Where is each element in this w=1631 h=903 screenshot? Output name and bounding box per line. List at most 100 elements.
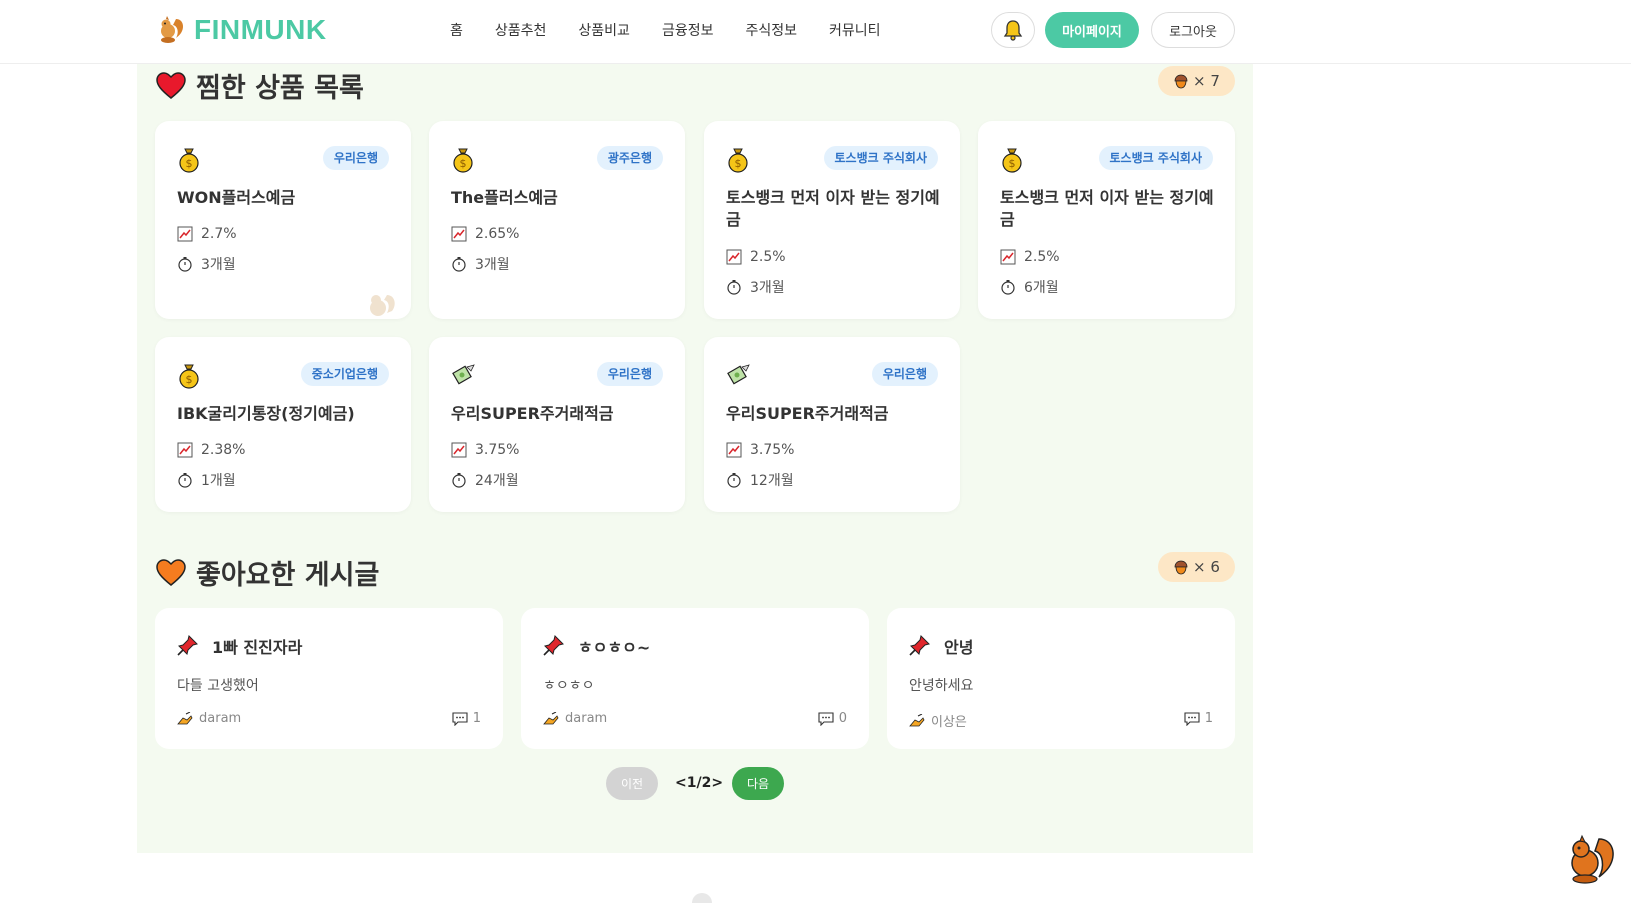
period-row: 6개월 xyxy=(1000,277,1059,297)
prev-page-button[interactable]: 이전 xyxy=(606,767,658,800)
period-value: 3개월 xyxy=(201,257,236,273)
nav-recommend[interactable]: 상품추천 xyxy=(495,20,547,40)
wishlist-count-badge: × 7 xyxy=(1158,66,1235,96)
svg-text:$: $ xyxy=(1009,157,1016,170)
author-name: daram xyxy=(199,711,242,726)
comment-count: 1 xyxy=(1204,711,1213,726)
stopwatch-icon xyxy=(727,473,741,488)
squirrel-mascot-icon[interactable] xyxy=(1565,833,1617,885)
nav-stock-info[interactable]: 주식정보 xyxy=(745,20,797,40)
product-card[interactable]: 우리은행 우리SUPER주거래적금 3.75% 12개월 xyxy=(704,337,960,512)
rate-value: 2.5% xyxy=(1024,249,1060,265)
bank-badge: 토스뱅크 주식회사 xyxy=(823,146,938,170)
post-title: 1빠 진진자라 xyxy=(212,638,303,657)
post-body: ㅎㅇㅎㅇ xyxy=(543,678,595,694)
notification-button[interactable] xyxy=(991,12,1035,48)
comment-count: 1 xyxy=(472,711,481,726)
money-bag-icon: $ xyxy=(728,148,748,173)
chart-increasing-icon xyxy=(726,249,742,265)
pushpin-icon xyxy=(909,635,930,656)
product-name: WON플러스예금 xyxy=(177,188,296,207)
rate-value: 2.38% xyxy=(201,442,246,458)
red-heart-icon xyxy=(156,71,186,99)
post-body: 안녕하세요 xyxy=(909,678,974,694)
bank-badge: 중소기업은행 xyxy=(300,362,389,386)
post-comments: 1 xyxy=(452,711,481,726)
money-bag-icon: $ xyxy=(179,148,199,173)
bank-badge: 광주은행 xyxy=(596,146,663,170)
period-value: 3개월 xyxy=(475,257,510,273)
post-body: 다들 고생했어 xyxy=(177,678,259,694)
rate-row: 2.38% xyxy=(177,442,245,458)
writing-hand-icon xyxy=(177,711,193,724)
period-row: 1개월 xyxy=(177,470,236,490)
footer-partial-icon xyxy=(692,893,712,903)
post-card[interactable]: 1빠 진진자라 다들 고생했어 daram 1 xyxy=(155,608,503,749)
product-name: 토스뱅크 먼저 이자 받는 정기예금 xyxy=(1000,188,1214,229)
chart-increasing-icon xyxy=(1000,249,1016,265)
product-name: IBK굴리기통장(정기예금) xyxy=(177,404,355,423)
chart-increasing-icon xyxy=(451,442,467,458)
stopwatch-icon xyxy=(178,473,192,488)
chart-increasing-icon xyxy=(177,226,193,242)
product-card[interactable]: $ 중소기업은행 IBK굴리기통장(정기예금) 2.38% 1개월 xyxy=(155,337,411,512)
period-row: 12개월 xyxy=(726,470,794,490)
bank-badge: 토스뱅크 주식회사 xyxy=(1098,146,1213,170)
logo[interactable]: FINMUNK xyxy=(156,14,327,46)
logout-button[interactable]: 로그아웃 xyxy=(1151,12,1235,48)
nav-compare[interactable]: 상품비교 xyxy=(578,20,630,40)
product-card[interactable]: $ 토스뱅크 주식회사 토스뱅크 먼저 이자 받는 정기예금 2.5% 6개월 xyxy=(978,121,1235,319)
period-row: 24개월 xyxy=(451,470,519,490)
period-row: 3개월 xyxy=(451,254,510,274)
post-comments: 0 xyxy=(818,711,847,726)
post-comments: 1 xyxy=(1184,711,1213,726)
liked-posts-count: × 6 xyxy=(1193,558,1220,576)
liked-posts-count-badge: × 6 xyxy=(1158,552,1235,582)
page-indicator: <1/2> xyxy=(675,775,724,791)
squirrel-watermark-icon xyxy=(370,295,395,316)
nav-community[interactable]: 커뮤니티 xyxy=(829,20,881,40)
period-row: 3개월 xyxy=(726,277,785,297)
post-card[interactable]: ㅎㅇㅎㅇ~ ㅎㅇㅎㅇ daram 0 xyxy=(521,608,869,749)
nav-finance-info[interactable]: 금융정보 xyxy=(662,20,714,40)
speech-bubble-icon xyxy=(1184,711,1200,726)
money-with-wings-icon xyxy=(452,364,475,385)
product-card[interactable]: 우리은행 우리SUPER주거래적금 3.75% 24개월 xyxy=(429,337,685,512)
post-author: daram xyxy=(543,711,607,726)
period-value: 24개월 xyxy=(475,473,519,489)
comment-count: 0 xyxy=(838,711,847,726)
bank-badge: 우리은행 xyxy=(871,362,938,386)
period-value: 6개월 xyxy=(1024,280,1059,296)
rate-row: 2.5% xyxy=(726,249,786,265)
product-card[interactable]: $ 광주은행 The플러스예금 2.65% 3개월 xyxy=(429,121,685,319)
chart-increasing-icon xyxy=(726,442,742,458)
post-title: ㅎㅇㅎㅇ~ xyxy=(578,638,651,657)
svg-text:$: $ xyxy=(186,157,193,170)
period-value: 12개월 xyxy=(750,473,794,489)
rate-row: 3.75% xyxy=(726,442,794,458)
post-author: 이상은 xyxy=(909,711,967,730)
rate-value: 2.5% xyxy=(750,249,786,265)
rate-value: 3.75% xyxy=(475,442,520,458)
wishlist-title: 찜한 상품 목록 xyxy=(196,73,364,104)
nav-home[interactable]: 홈 xyxy=(450,20,463,40)
post-card[interactable]: 안녕 안녕하세요 이상은 1 xyxy=(887,608,1235,749)
period-value: 3개월 xyxy=(750,280,785,296)
money-with-wings-icon xyxy=(727,364,750,385)
period-row: 3개월 xyxy=(177,254,236,274)
money-bag-icon: $ xyxy=(179,364,199,389)
wishlist-section-title: 찜한 상품 목록 xyxy=(156,66,364,105)
speech-bubble-icon xyxy=(452,711,468,726)
product-name: 우리SUPER주거래적금 xyxy=(726,404,889,423)
mypage-button[interactable]: 마이페이지 xyxy=(1045,12,1139,48)
liked-posts-title: 좋아요한 게시글 xyxy=(196,560,380,591)
product-card[interactable]: $ 우리은행 WON플러스예금 2.7% 3개월 xyxy=(155,121,411,319)
svg-text:$: $ xyxy=(735,157,742,170)
stopwatch-icon xyxy=(452,257,466,272)
rate-value: 2.65% xyxy=(475,226,520,242)
svg-text:$: $ xyxy=(460,157,467,170)
product-card[interactable]: $ 토스뱅크 주식회사 토스뱅크 먼저 이자 받는 정기예금 2.5% 3개월 xyxy=(704,121,960,319)
next-page-button[interactable]: 다음 xyxy=(732,767,784,800)
bell-icon xyxy=(1003,20,1023,41)
speech-bubble-icon xyxy=(818,711,834,726)
